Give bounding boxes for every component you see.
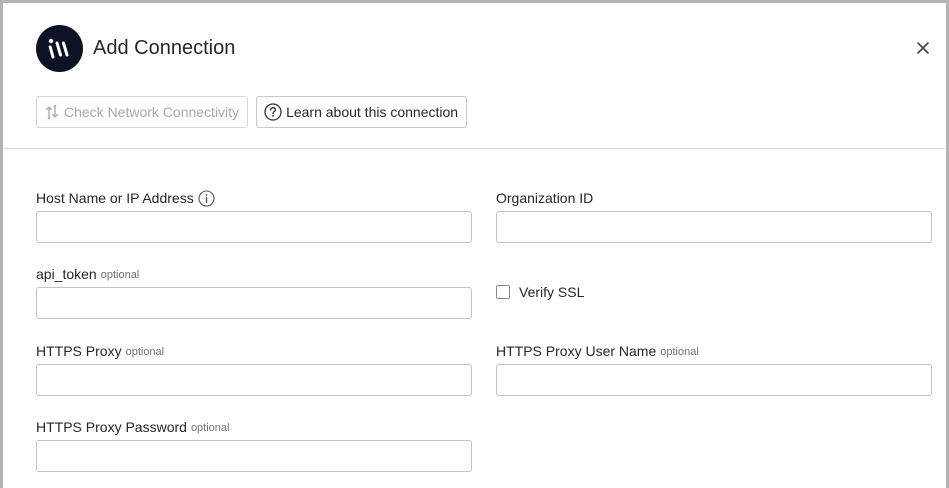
optional-tag: optional	[125, 346, 165, 358]
api-token-label-row: api_token optional	[36, 265, 139, 283]
brand-logo-icon	[36, 25, 83, 72]
https-proxy-user-label: HTTPS Proxy User Name	[496, 343, 657, 359]
https-proxy-label: HTTPS Proxy	[36, 343, 122, 359]
add-connection-dialog: Add Connection Check Network Connectivit…	[0, 0, 949, 488]
https-proxy-label-row: HTTPS Proxy optional	[36, 342, 164, 360]
help-circle-icon	[264, 103, 282, 121]
dialog-header: Add Connection	[36, 25, 235, 72]
optional-tag: optional	[100, 269, 140, 281]
api-token-field: api_token optional	[36, 265, 472, 319]
https-proxy-field: HTTPS Proxy optional	[36, 342, 472, 396]
dialog-title: Add Connection	[93, 37, 236, 59]
network-check-icon	[44, 104, 60, 120]
host-input[interactable]	[36, 211, 472, 243]
host-label: Host Name or IP Address	[36, 190, 194, 206]
close-button[interactable]	[914, 39, 932, 57]
info-icon[interactable]	[198, 189, 215, 207]
verify-ssl-label: Verify SSL	[519, 284, 585, 300]
host-label-row: Host Name or IP Address	[36, 189, 215, 207]
https-proxy-user-label-row: HTTPS Proxy User Name optional	[496, 342, 699, 360]
https-proxy-user-input[interactable]	[496, 364, 932, 396]
https-proxy-password-input[interactable]	[36, 440, 472, 472]
https-proxy-password-field: HTTPS Proxy Password optional	[36, 418, 472, 472]
check-network-button[interactable]: Check Network Connectivity	[36, 96, 249, 128]
optional-tag: optional	[660, 346, 699, 358]
optional-tag: optional	[190, 422, 230, 434]
https-proxy-user-field: HTTPS Proxy User Name optional	[496, 342, 932, 396]
header-divider	[3, 148, 946, 149]
https-proxy-password-label-row: HTTPS Proxy Password optional	[36, 418, 229, 436]
org-id-label: Organization ID	[496, 190, 594, 206]
org-id-input[interactable]	[496, 211, 932, 243]
learn-about-connection-button[interactable]: Learn about this connection	[256, 96, 468, 128]
learn-about-connection-label: Learn about this connection	[286, 104, 459, 120]
https-proxy-input[interactable]	[36, 364, 472, 396]
api-token-input[interactable]	[36, 287, 472, 319]
close-icon	[917, 42, 929, 54]
verify-ssl-checkbox[interactable]	[496, 285, 510, 299]
check-network-label: Check Network Connectivity	[64, 104, 240, 120]
api-token-label: api_token	[36, 266, 97, 282]
org-id-label-row: Organization ID	[496, 189, 593, 207]
verify-ssl-toggle[interactable]: Verify SSL	[496, 284, 584, 300]
toolbar: Check Network Connectivity Learn about t…	[36, 96, 468, 128]
org-id-field: Organization ID	[496, 189, 932, 243]
https-proxy-password-label: HTTPS Proxy Password	[36, 419, 187, 435]
host-field: Host Name or IP Address	[36, 189, 472, 243]
